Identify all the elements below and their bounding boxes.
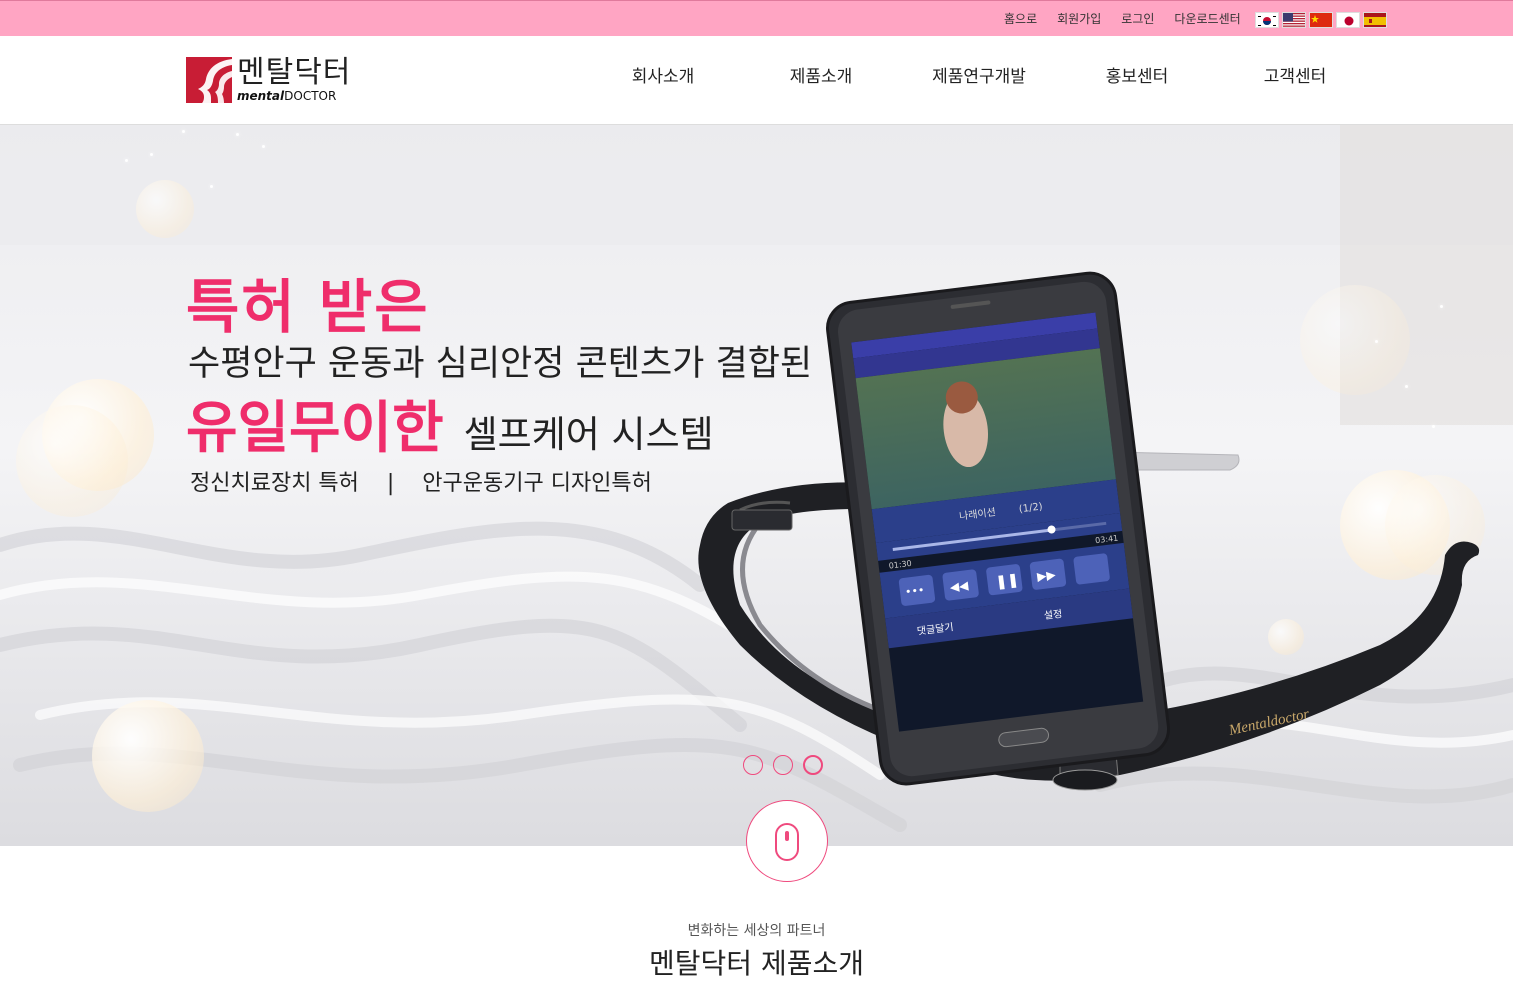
japan-flag-icon[interactable]	[1336, 12, 1360, 28]
mouse-icon	[775, 823, 799, 861]
section-title: 멘탈닥터 제품소개	[649, 947, 864, 980]
nav-products[interactable]: 제품소개	[742, 36, 900, 124]
slider-dots	[743, 755, 823, 775]
signup-link[interactable]: 회원가입	[1057, 10, 1101, 27]
top-utility-bar: 홈으로 회원가입 로그인 다운로드센터	[0, 0, 1513, 36]
svg-text:▶▶: ▶▶	[1036, 567, 1057, 583]
settings-button: 설정	[1043, 608, 1063, 622]
utility-links: 홈으로 회원가입 로그인 다운로드센터	[1004, 10, 1241, 27]
section-tagline: 변화하는 세상의 파트너	[687, 923, 826, 939]
login-link[interactable]: 로그인	[1121, 10, 1154, 27]
logo-korean-text: 멘탈닥터	[237, 55, 352, 90]
smartphone: 나래이션 (1/2) 01:30 03:41 ••• ◀◀ ❚❚ ▶▶ 댓글달기…	[826, 271, 1171, 786]
nav-pr-center[interactable]: 홍보센터	[1058, 36, 1216, 124]
face-profile-logo-icon	[186, 57, 232, 103]
hero-banner: 특허 받은 수평안구 운동과 심리안정 콘텐츠가 결합된 유일무이한 셀프케어 …	[0, 125, 1513, 846]
svg-text:❚❚: ❚❚	[995, 572, 1020, 591]
usa-flag-icon[interactable]	[1282, 12, 1306, 28]
home-link[interactable]: 홈으로	[1004, 10, 1037, 27]
svg-text:◀◀: ◀◀	[949, 578, 970, 594]
slider-dot-2[interactable]	[773, 755, 793, 775]
product-image: Mentaldoctor 나래이션 (1/2) 01:30 03:41 ••• …	[698, 271, 1480, 791]
main-header: 멘탈닥터 mentalDOCTOR 회사소개 제품소개 제품연구개발 홍보센터 …	[0, 36, 1513, 125]
main-navigation: 회사소개 제품소개 제품연구개발 홍보센터 고객센터	[584, 36, 1374, 124]
spain-flag-icon[interactable]	[1363, 12, 1387, 28]
language-flags	[1255, 12, 1387, 28]
china-flag-icon[interactable]	[1309, 12, 1333, 28]
nav-customer-center[interactable]: 고객센터	[1216, 36, 1374, 124]
site-logo[interactable]: 멘탈닥터 mentalDOCTOR	[186, 57, 351, 103]
slider-dot-1[interactable]	[743, 755, 763, 775]
scroll-down-button[interactable]	[746, 800, 828, 882]
logo-english-text: mentalDOCTOR	[237, 89, 337, 103]
download-center-link[interactable]: 다운로드센터	[1174, 10, 1240, 27]
nav-company[interactable]: 회사소개	[584, 36, 742, 124]
svg-text:•••: •••	[904, 584, 925, 599]
slider-dot-3[interactable]	[803, 755, 823, 775]
korea-flag-icon[interactable]	[1255, 12, 1279, 28]
nav-research[interactable]: 제품연구개발	[900, 36, 1058, 124]
